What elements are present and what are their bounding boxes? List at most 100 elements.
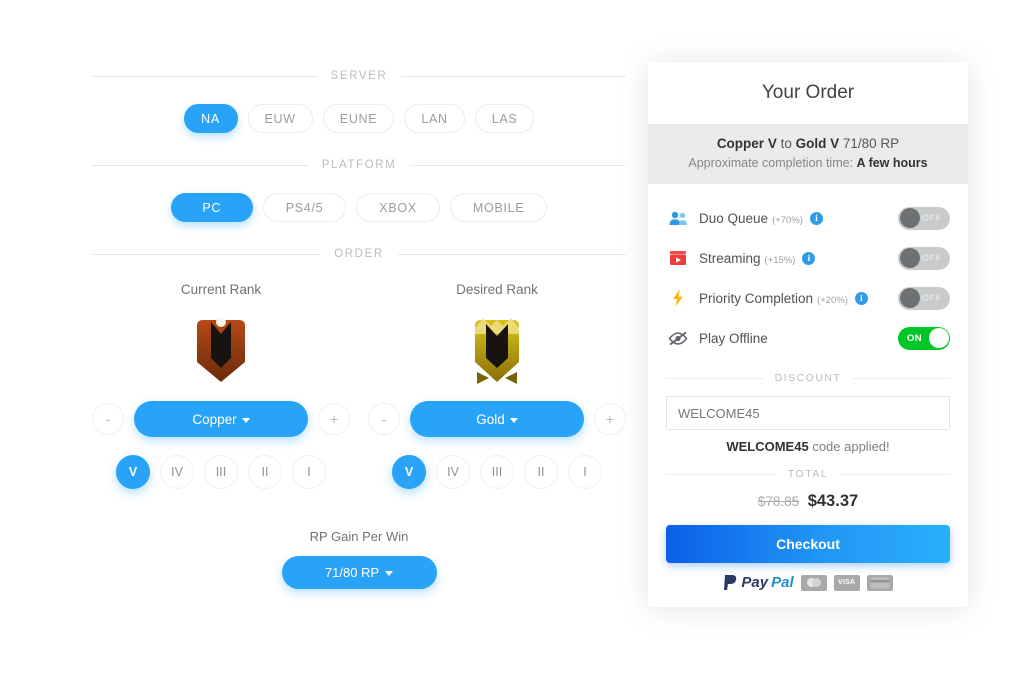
info-icon[interactable]: i [854,291,868,305]
current-rank-decrement-button[interactable]: - [92,403,124,435]
chevron-down-icon [241,417,250,423]
platform-option-ps45[interactable]: PS4/5 [262,193,347,222]
summary-to-rank: Gold V [795,136,840,151]
current-rank-title: Current Rank [180,282,262,297]
current-division-i[interactable]: I [292,455,326,489]
divider-line-right [410,164,626,166]
desired-rank-value: Gold [476,411,505,427]
toggle-priority-completion[interactable]: OFF [898,286,950,310]
desired-rank-column: Desired Rank - Gold + V IV III II I [368,282,626,489]
server-option-las[interactable]: LAS [474,104,535,133]
discount-code-input[interactable] [666,396,950,430]
eye-off-icon [666,331,690,346]
rp-gain-value: 71/80 RP [324,565,380,580]
rp-gain-dropdown[interactable]: 71/80 RP [281,556,437,589]
option-name: Streaming [699,250,761,266]
order-panel-body: Duo Queue (+70%) i OFF Streaming (+15%) … [648,184,968,607]
current-division-ii[interactable]: II [248,455,282,489]
option-percent: (+70%) [772,214,803,226]
desired-division-v[interactable]: V [392,455,426,489]
current-rank-dropdown[interactable]: Copper [134,401,308,437]
applied-text: code applied! [812,439,890,454]
eta-prefix: Approximate completion time: [688,156,854,170]
platform-section-label: PLATFORM [321,159,397,171]
server-option-na[interactable]: NA [183,104,238,133]
desired-rank-title: Desired Rank [456,282,538,297]
divider-line-left [666,473,776,475]
desired-division-ii[interactable]: II [524,455,558,489]
checkout-button[interactable]: Checkout [666,525,950,563]
discount-section-label: DISCOUNT [774,372,842,384]
eta-value: A few hours [856,156,928,170]
rp-gain-label: RP Gain Per Win [309,529,409,544]
info-icon[interactable]: i [809,211,823,225]
option-name: Duo Queue [699,210,769,226]
discount-section-divider: DISCOUNT [666,372,950,384]
desired-division-iii[interactable]: III [480,455,514,489]
desired-rank-decrement-button[interactable]: - [368,403,400,435]
desired-rank-badge-wrap [368,311,626,389]
option-percent: (+20%) [817,294,848,306]
toggle-streaming[interactable]: OFF [898,246,950,270]
option-row-streaming: Streaming (+15%) i OFF [666,238,950,278]
option-name: Priority Completion [699,290,814,306]
option-label-play-offline: Play Offline [699,331,898,346]
people-icon [666,211,690,226]
desired-rank-increment-button[interactable]: + [594,403,626,435]
toggle-duo-queue[interactable]: OFF [898,206,950,230]
lightning-icon [666,289,690,307]
desired-division-iv[interactable]: IV [436,455,470,489]
current-division-iv[interactable]: IV [160,455,194,489]
divider-line-right [853,377,950,379]
toggle-state-label: OFF [921,252,942,264]
visa-icon: VISA [833,574,860,591]
platform-option-xbox[interactable]: XBOX [356,193,440,222]
toggle-knob [928,328,949,348]
divider-line-left [92,164,308,166]
desired-rank-stepper: - Gold + [368,401,626,437]
copper-rank-badge-icon [197,317,245,382]
toggle-play-offline[interactable]: ON [898,326,950,350]
discount-applied-message: WELCOME45 code applied! [666,439,950,454]
server-option-euw[interactable]: EUW [247,104,313,133]
option-name: Play Offline [699,330,768,346]
toggle-state-label: OFF [921,212,942,224]
toggle-state-label: OFF [921,292,942,304]
order-panel-title: Your Order [648,62,968,124]
paypal-glyph-icon [724,575,737,590]
mastercard-icon [800,574,827,591]
current-division-iii[interactable]: III [204,455,238,489]
order-summary-line: Copper V to Gold V 71/80 RP [658,136,958,151]
toggle-knob [899,248,920,268]
desired-rank-divisions: V IV III II I [368,455,626,489]
chevron-down-icon [509,417,518,423]
order-eta-line: Approximate completion time: A few hours [658,156,958,170]
platform-option-pc[interactable]: PC [170,193,253,222]
info-icon[interactable]: i [802,251,816,265]
summary-from-rank: Copper V [716,136,777,151]
desired-division-i[interactable]: I [568,455,602,489]
page-root: SERVER NA EUW EUNE LAN LAS PLATFORM PC P… [0,0,1024,689]
toggle-state-label: ON [907,332,923,344]
option-row-priority-completion: Priority Completion (+20%) i OFF [666,278,950,318]
summary-to-word: to [780,136,792,151]
divider-line-left [92,75,317,77]
platform-option-mobile[interactable]: MOBILE [449,193,548,222]
paypal-text-pal: Pal [771,574,794,591]
gold-rank-badge-icon [475,318,519,384]
total-price-row: $78.85 $43.37 [666,492,950,511]
desired-rank-dropdown[interactable]: Gold [410,401,584,437]
original-price: $78.85 [757,494,800,509]
paypal-icon: Pay Pal [723,574,794,591]
total-section-label: TOTAL [787,468,829,480]
streaming-icon [666,250,690,266]
server-option-lan[interactable]: LAN [404,104,465,133]
applied-code: WELCOME45 [726,439,809,454]
current-rank-badge-wrap [92,311,350,389]
server-option-eune[interactable]: EUNE [322,104,395,133]
current-division-v[interactable]: V [116,455,150,489]
divider-line-right [401,75,626,77]
paypal-text-pay: Pay [741,574,769,591]
current-rank-increment-button[interactable]: + [318,403,350,435]
current-rank-divisions: V IV III II I [92,455,350,489]
